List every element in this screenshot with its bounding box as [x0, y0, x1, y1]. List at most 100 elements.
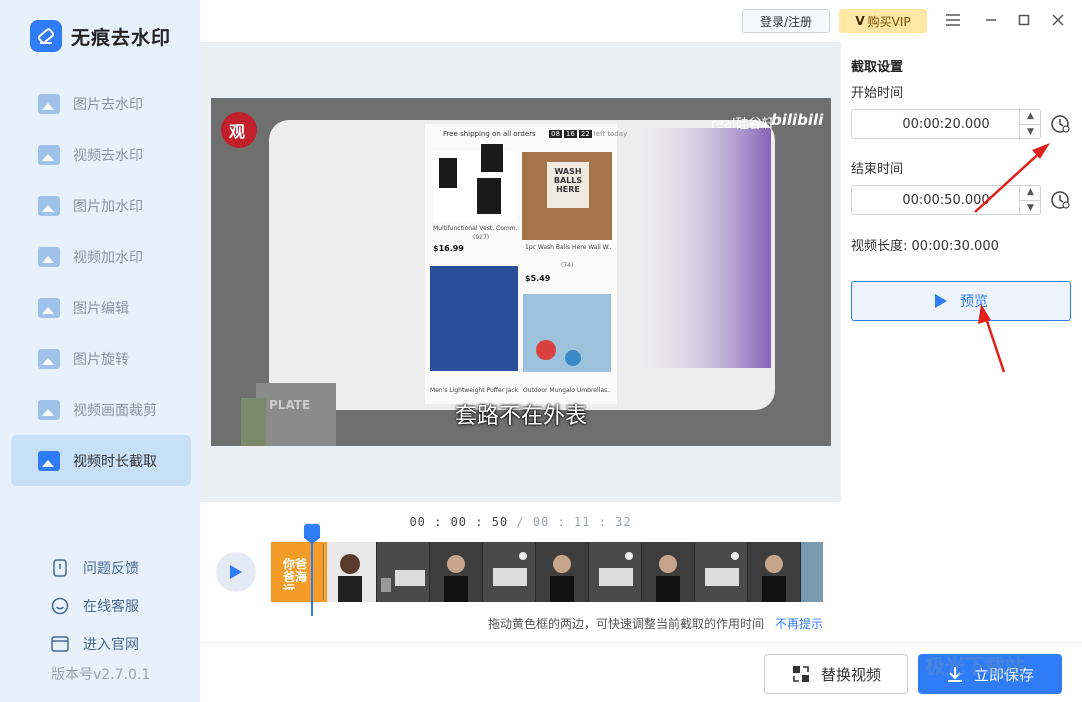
sidebar-item-label: 视频加水印 [73, 249, 143, 266]
sidebar-item-label: 图片去水印 [73, 96, 143, 113]
time-readout: 00 : 00 : 50 / 00 : 11 : 32 [200, 515, 841, 529]
support-link[interactable]: 在线客服 [50, 587, 139, 625]
play-button[interactable] [216, 552, 256, 592]
product-price: $5.49 [525, 274, 551, 283]
product-name: Multifunctional Vest, Comm... [433, 225, 517, 232]
end-time-input[interactable] [851, 185, 1041, 215]
vip-icon: V [855, 14, 865, 28]
preview-area: 观 Free shipping on all orders 08 16 22 l… [200, 42, 841, 502]
timeline-area: 00 : 00 : 50 / 00 : 11 : 32 你爸爸海运 拖动黄色框的… [200, 502, 841, 642]
start-time-input[interactable] [851, 109, 1041, 139]
menu-icon[interactable] [944, 11, 962, 29]
sidebar-item-video-crop[interactable]: 视频画面裁剪 [11, 384, 191, 435]
sidebar-item-label: 图片旋转 [73, 351, 129, 368]
panel-title: 截取设置 [851, 60, 904, 75]
film-frame [748, 542, 801, 602]
chevron-down-icon[interactable]: ▼ [1019, 200, 1041, 215]
feedback-link[interactable]: 问题反馈 [50, 549, 139, 587]
countdown-timer: 08 16 22 left today [549, 130, 627, 138]
eraser-icon [30, 20, 62, 52]
start-time-label: 开始时间 [851, 86, 904, 101]
play-icon [230, 565, 242, 579]
preview-label: 预览 [960, 294, 988, 310]
sidebar-item-image-remove-watermark[interactable]: 图片去水印 [11, 78, 191, 129]
playhead-handle[interactable] [304, 524, 320, 544]
image-add-icon [38, 195, 60, 216]
end-time-label: 结束时间 [851, 162, 904, 177]
sidebar-item-image-edit[interactable]: 图片编辑 [11, 282, 191, 333]
product-name: 1pc Wash Balls Here Wall W... [525, 244, 611, 251]
trim-selection[interactable]: 你爸爸海运 [271, 542, 327, 602]
countdown-seconds: 22 [578, 130, 592, 138]
countdown-hours: 08 [549, 130, 562, 138]
image-icon [38, 93, 60, 114]
sidebar-item-image-add-watermark[interactable]: 图片加水印 [11, 180, 191, 231]
film-frame [695, 542, 748, 602]
chevron-down-icon[interactable]: ▼ [1019, 124, 1041, 139]
sidebar: 无痕去水印 图片去水印 视频去水印 图片加水印 视频加水印 图片编辑 图片旋转 … [0, 0, 200, 702]
sidebar-item-video-trim[interactable]: 视频时长截取 [11, 435, 191, 486]
duration-label: 视频长度: [851, 239, 908, 254]
image-rotate-icon [38, 348, 60, 369]
film-frame [589, 542, 642, 602]
sidebar-item-label: 视频去水印 [73, 147, 143, 164]
maximize-icon[interactable] [1015, 11, 1033, 29]
duration-value: 00:00:30.000 [911, 239, 999, 254]
crop-icon [38, 399, 60, 420]
app-title: 无痕去水印 [71, 26, 172, 49]
website-label: 进入官网 [83, 637, 139, 653]
sidebar-item-label: 图片编辑 [73, 300, 129, 317]
duration-row: 视频长度: 00:00:30.000 [851, 235, 999, 254]
website-link[interactable]: 进入官网 [50, 625, 139, 663]
close-icon[interactable] [1049, 11, 1067, 29]
film-frame [430, 542, 483, 602]
total-time: 00 : 11 : 32 [532, 515, 632, 529]
end-time-stepper[interactable]: ▲ ▼ [1019, 185, 1041, 215]
filmstrip[interactable] [271, 542, 823, 602]
buy-vip-label: 购买VIP [867, 14, 911, 29]
chevron-up-icon[interactable]: ▲ [1019, 109, 1041, 125]
channel-name: real硅谷轩 [711, 117, 775, 132]
channel-badge: 观 [229, 122, 246, 141]
locate-time-icon[interactable] [1050, 113, 1072, 135]
minimize-icon[interactable] [982, 11, 1000, 29]
sidebar-item-label: 图片加水印 [73, 198, 143, 215]
preview-button[interactable]: 预览 [851, 281, 1071, 321]
sidebar-item-label: 视频时长截取 [73, 453, 157, 470]
support-label: 在线客服 [83, 599, 139, 615]
film-frame [377, 542, 430, 602]
video-player[interactable]: 观 Free shipping on all orders 08 16 22 l… [211, 98, 831, 446]
sidebar-item-video-add-watermark[interactable]: 视频加水印 [11, 231, 191, 282]
first-frame-text: 你爸爸海运 [283, 558, 307, 590]
support-icon [50, 596, 70, 616]
product-price: $16.99 [433, 244, 464, 253]
replace-video-button[interactable]: 替换视频 [764, 654, 908, 694]
video-add-icon [38, 246, 60, 267]
video-subtitle: 套路不在外表 [454, 404, 587, 429]
website-icon [50, 634, 70, 654]
locate-time-icon[interactable] [1050, 189, 1072, 211]
product-reviews: (74) [561, 262, 574, 269]
replace-icon [792, 666, 809, 682]
time-separator: / [508, 515, 533, 529]
sidebar-item-image-rotate[interactable]: 图片旋转 [11, 333, 191, 384]
sidebar-item-video-remove-watermark[interactable]: 视频去水印 [11, 129, 191, 180]
sidebar-nav: 图片去水印 视频去水印 图片加水印 视频加水印 图片编辑 图片旋转 视频画面裁剪… [11, 78, 191, 486]
feedback-label: 问题反馈 [83, 561, 139, 577]
countdown-minutes: 16 [563, 130, 577, 138]
start-time-stepper[interactable]: ▲ ▼ [1019, 109, 1041, 139]
film-frame [483, 542, 536, 602]
chevron-up-icon[interactable]: ▲ [1019, 185, 1041, 201]
version-text: 版本号v2.7.0.1 [51, 667, 151, 683]
login-button[interactable]: 登录/注册 [742, 9, 830, 33]
current-time: 00 : 00 : 50 [409, 515, 509, 529]
shipping-banner: Free shipping on all orders [443, 130, 536, 138]
countdown-suffix: left today [593, 130, 628, 138]
sidebar-item-label: 视频画面裁剪 [73, 402, 157, 419]
sidebar-links: 问题反馈 在线客服 进入官网 [50, 549, 139, 663]
product-tag: WASH BALLS HERE [553, 167, 583, 194]
dont-show-again-link[interactable]: 不再提示 [775, 615, 823, 632]
play-icon [935, 294, 947, 308]
film-frame [801, 542, 823, 602]
buy-vip-button[interactable]: V 购买VIP [839, 9, 927, 33]
